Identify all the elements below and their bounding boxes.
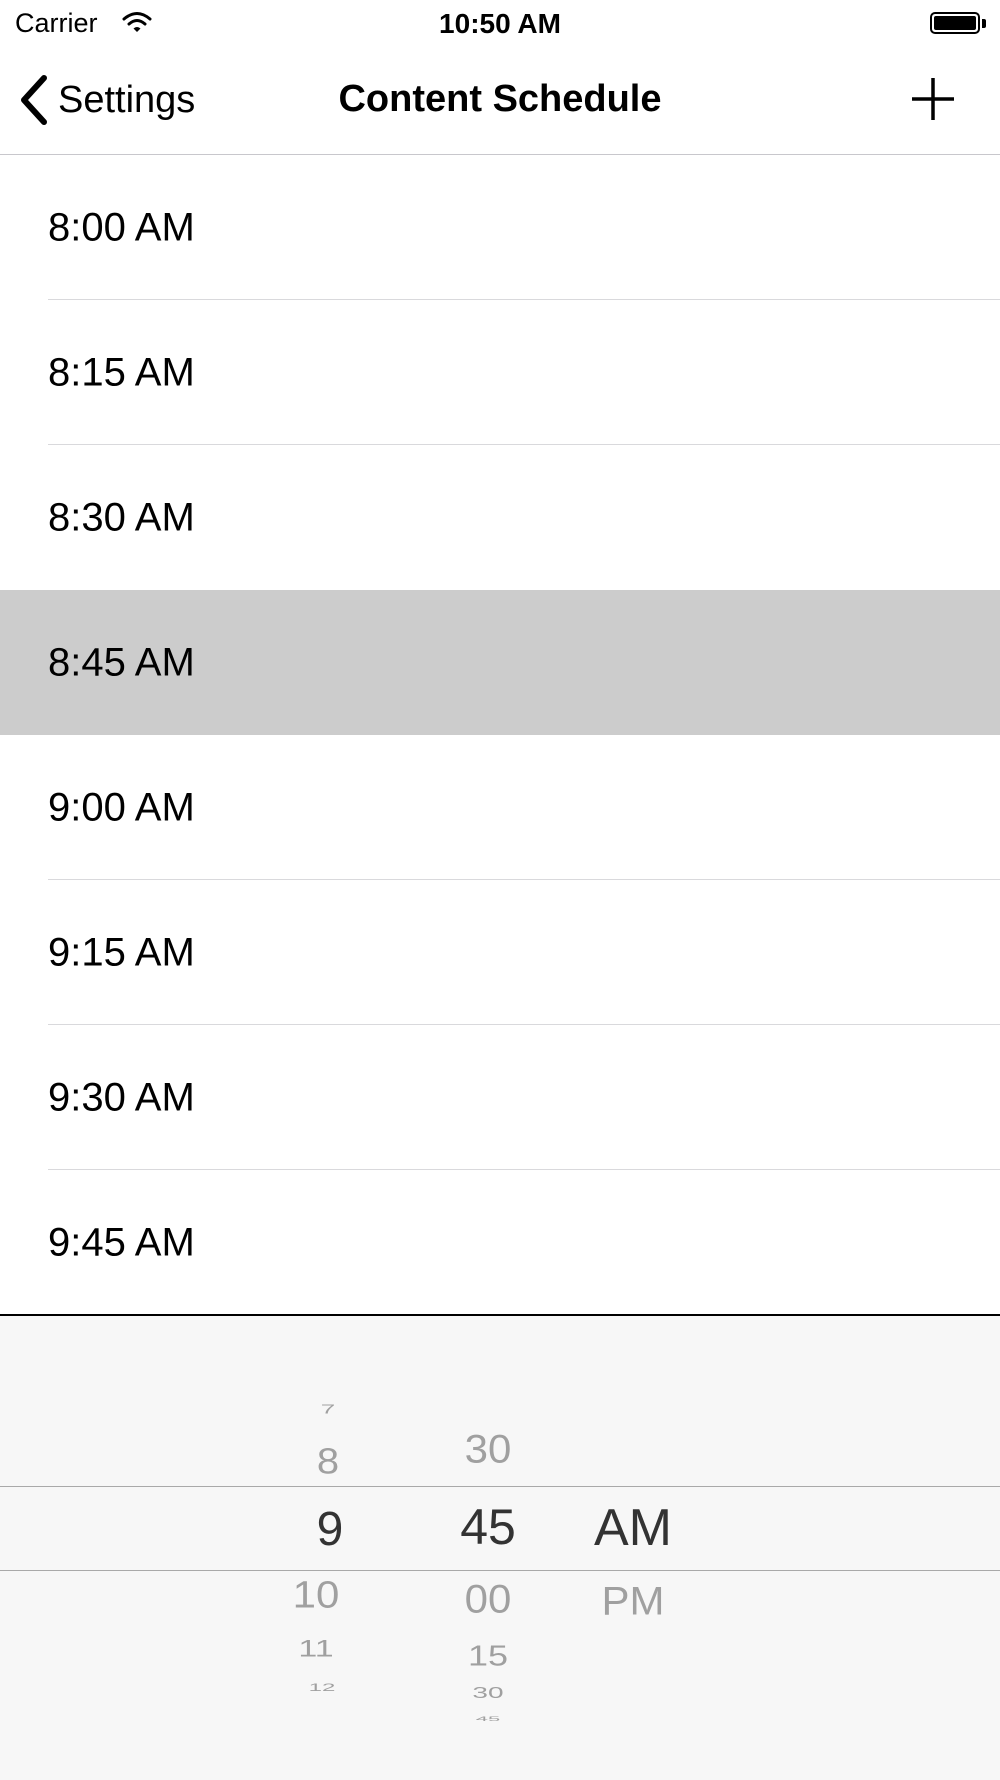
schedule-time-label: 9:30 AM <box>48 1075 195 1119</box>
picker-hour[interactable]: 9 <box>317 1506 344 1554</box>
picker-minute[interactable]: 45 <box>476 1716 500 1723</box>
picker-hour[interactable]: 11 <box>298 1637 333 1661</box>
schedule-time-label: 8:45 AM <box>48 640 195 684</box>
picker-hour[interactable]: 12 <box>309 1682 336 1694</box>
chevron-left-icon <box>21 75 47 125</box>
back-button[interactable]: Settings <box>18 70 195 130</box>
schedule-row[interactable]: 8:45 AM <box>0 590 1000 735</box>
picker-selection-top-line <box>0 1486 1000 1487</box>
schedule-row[interactable]: 9:00 AM <box>0 735 1000 880</box>
picker-minute[interactable]: 30 <box>465 1429 512 1469</box>
picker-hour[interactable]: 10 <box>293 1576 340 1614</box>
schedule-time-label: 9:00 AM <box>48 785 195 829</box>
plus-icon[interactable] <box>908 74 958 124</box>
schedule-row[interactable]: 8:30 AM <box>0 445 1000 590</box>
picker-period[interactable]: AM <box>594 1502 672 1554</box>
picker-minute[interactable]: 00 <box>465 1579 512 1619</box>
schedule-list: 8:00 AM 8:15 AM 8:30 AM 8:45 AM 9:00 AM 9:15 … <box>0 155 1000 1315</box>
schedule-time-label: 8:00 AM <box>48 205 195 249</box>
schedule-time-label: 8:30 AM <box>48 495 195 539</box>
schedule-row[interactable]: 8:15 AM <box>0 300 1000 445</box>
status-bar: Carrier 10:50 AM <box>0 0 1000 50</box>
schedule-time-label: 9:15 AM <box>48 930 195 974</box>
schedule-row[interactable]: 9:15 AM <box>0 880 1000 1025</box>
schedule-time-label: 8:15 AM <box>48 350 195 394</box>
navigation-bar: Settings Content Schedule <box>0 50 1000 155</box>
status-time: 10:50 AM <box>439 8 561 39</box>
picker-minute[interactable]: 15 <box>468 1641 508 1671</box>
schedule-row[interactable]: 9:30 AM <box>0 1025 1000 1170</box>
picker-period[interactable]: PM <box>602 1581 665 1621</box>
picker-minute[interactable]: 45 <box>460 1502 516 1552</box>
schedule-time-label: 9:45 AM <box>48 1220 195 1264</box>
time-picker[interactable]: 7 8 9 10 11 12 30 45 00 15 30 45 AM PM <box>0 1314 1000 1780</box>
picker-hour[interactable]: 8 <box>317 1444 339 1480</box>
battery-icon <box>930 12 986 36</box>
picker-minute[interactable]: 30 <box>472 1685 503 1700</box>
picker-selection-bottom-line <box>0 1570 1000 1571</box>
schedule-row[interactable]: 9:45 AM <box>0 1170 1000 1315</box>
schedule-row[interactable]: 8:00 AM <box>0 155 1000 300</box>
back-button-label: Settings <box>58 78 196 121</box>
picker-hour[interactable]: 7 <box>321 1403 335 1416</box>
